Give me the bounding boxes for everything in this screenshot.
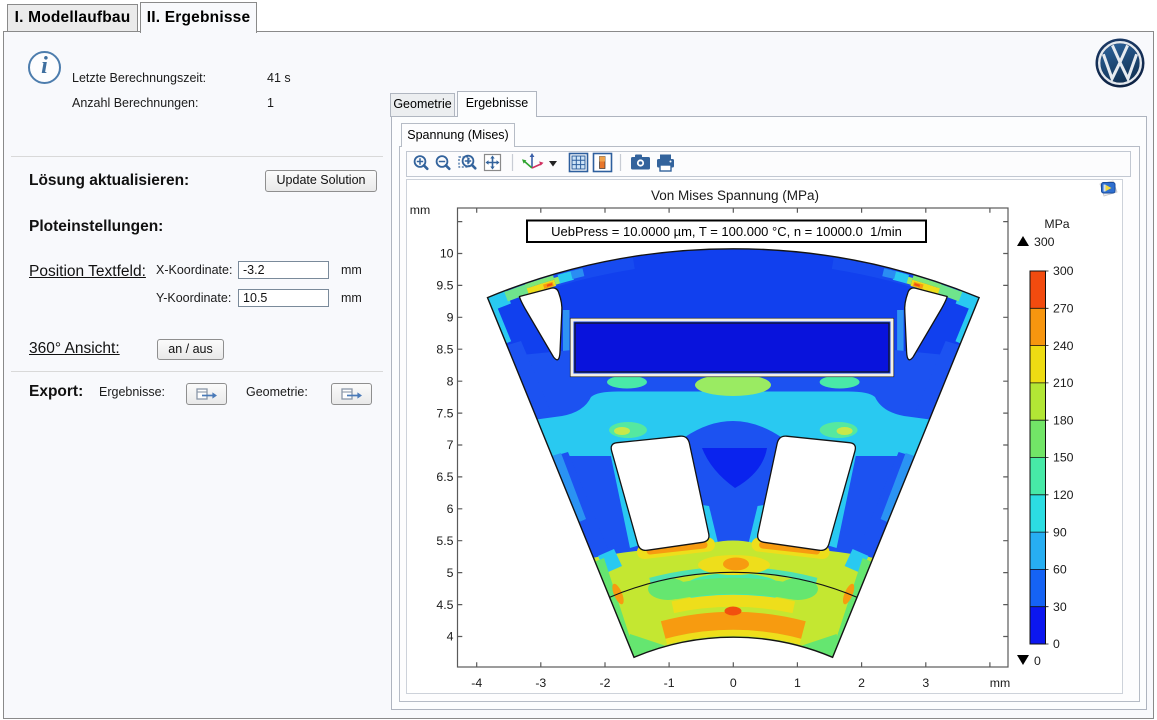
svg-text:120: 120 <box>1053 488 1074 502</box>
svg-text:4.5: 4.5 <box>436 598 453 612</box>
svg-text:10: 10 <box>440 247 454 261</box>
svg-text:6: 6 <box>447 502 454 516</box>
svg-text:90: 90 <box>1053 525 1067 539</box>
svg-text:8.5: 8.5 <box>436 342 453 356</box>
svg-text:3: 3 <box>922 676 929 690</box>
svg-text:MPa: MPa <box>1044 217 1069 231</box>
svg-text:mm: mm <box>990 676 1011 690</box>
svg-text:270: 270 <box>1053 302 1074 316</box>
svg-text:0: 0 <box>1053 637 1060 651</box>
svg-text:300: 300 <box>1053 264 1074 278</box>
svg-text:8: 8 <box>447 374 454 388</box>
svg-text:-3: -3 <box>535 676 546 690</box>
svg-text:5.5: 5.5 <box>436 534 453 548</box>
svg-text:180: 180 <box>1053 413 1074 427</box>
svg-text:30: 30 <box>1053 600 1067 614</box>
svg-text:-4: -4 <box>471 676 482 690</box>
svg-text:9: 9 <box>447 311 454 325</box>
svg-text:9.5: 9.5 <box>436 279 453 293</box>
svg-text:300: 300 <box>1034 235 1055 249</box>
svg-text:240: 240 <box>1053 339 1074 353</box>
svg-text:150: 150 <box>1053 451 1074 465</box>
svg-text:5: 5 <box>447 566 454 580</box>
svg-text:210: 210 <box>1053 376 1074 390</box>
svg-text:1: 1 <box>794 676 801 690</box>
svg-text:7: 7 <box>447 438 454 452</box>
svg-text:6.5: 6.5 <box>436 470 453 484</box>
svg-text:7.5: 7.5 <box>436 406 453 420</box>
svg-text:0: 0 <box>730 676 737 690</box>
svg-text:2: 2 <box>858 676 865 690</box>
svg-text:-1: -1 <box>664 676 675 690</box>
svg-text:4: 4 <box>447 630 454 644</box>
svg-text:0: 0 <box>1034 654 1041 668</box>
svg-text:60: 60 <box>1053 563 1067 577</box>
svg-text:-2: -2 <box>600 676 611 690</box>
svg-text:mm: mm <box>410 203 431 217</box>
svg-text:UebPress = 10.0000 µm, T = 100: UebPress = 10.0000 µm, T = 100.000 °C, n… <box>551 224 902 239</box>
svg-text:Von Mises Spannung (MPa): Von Mises Spannung (MPa) <box>651 188 819 203</box>
